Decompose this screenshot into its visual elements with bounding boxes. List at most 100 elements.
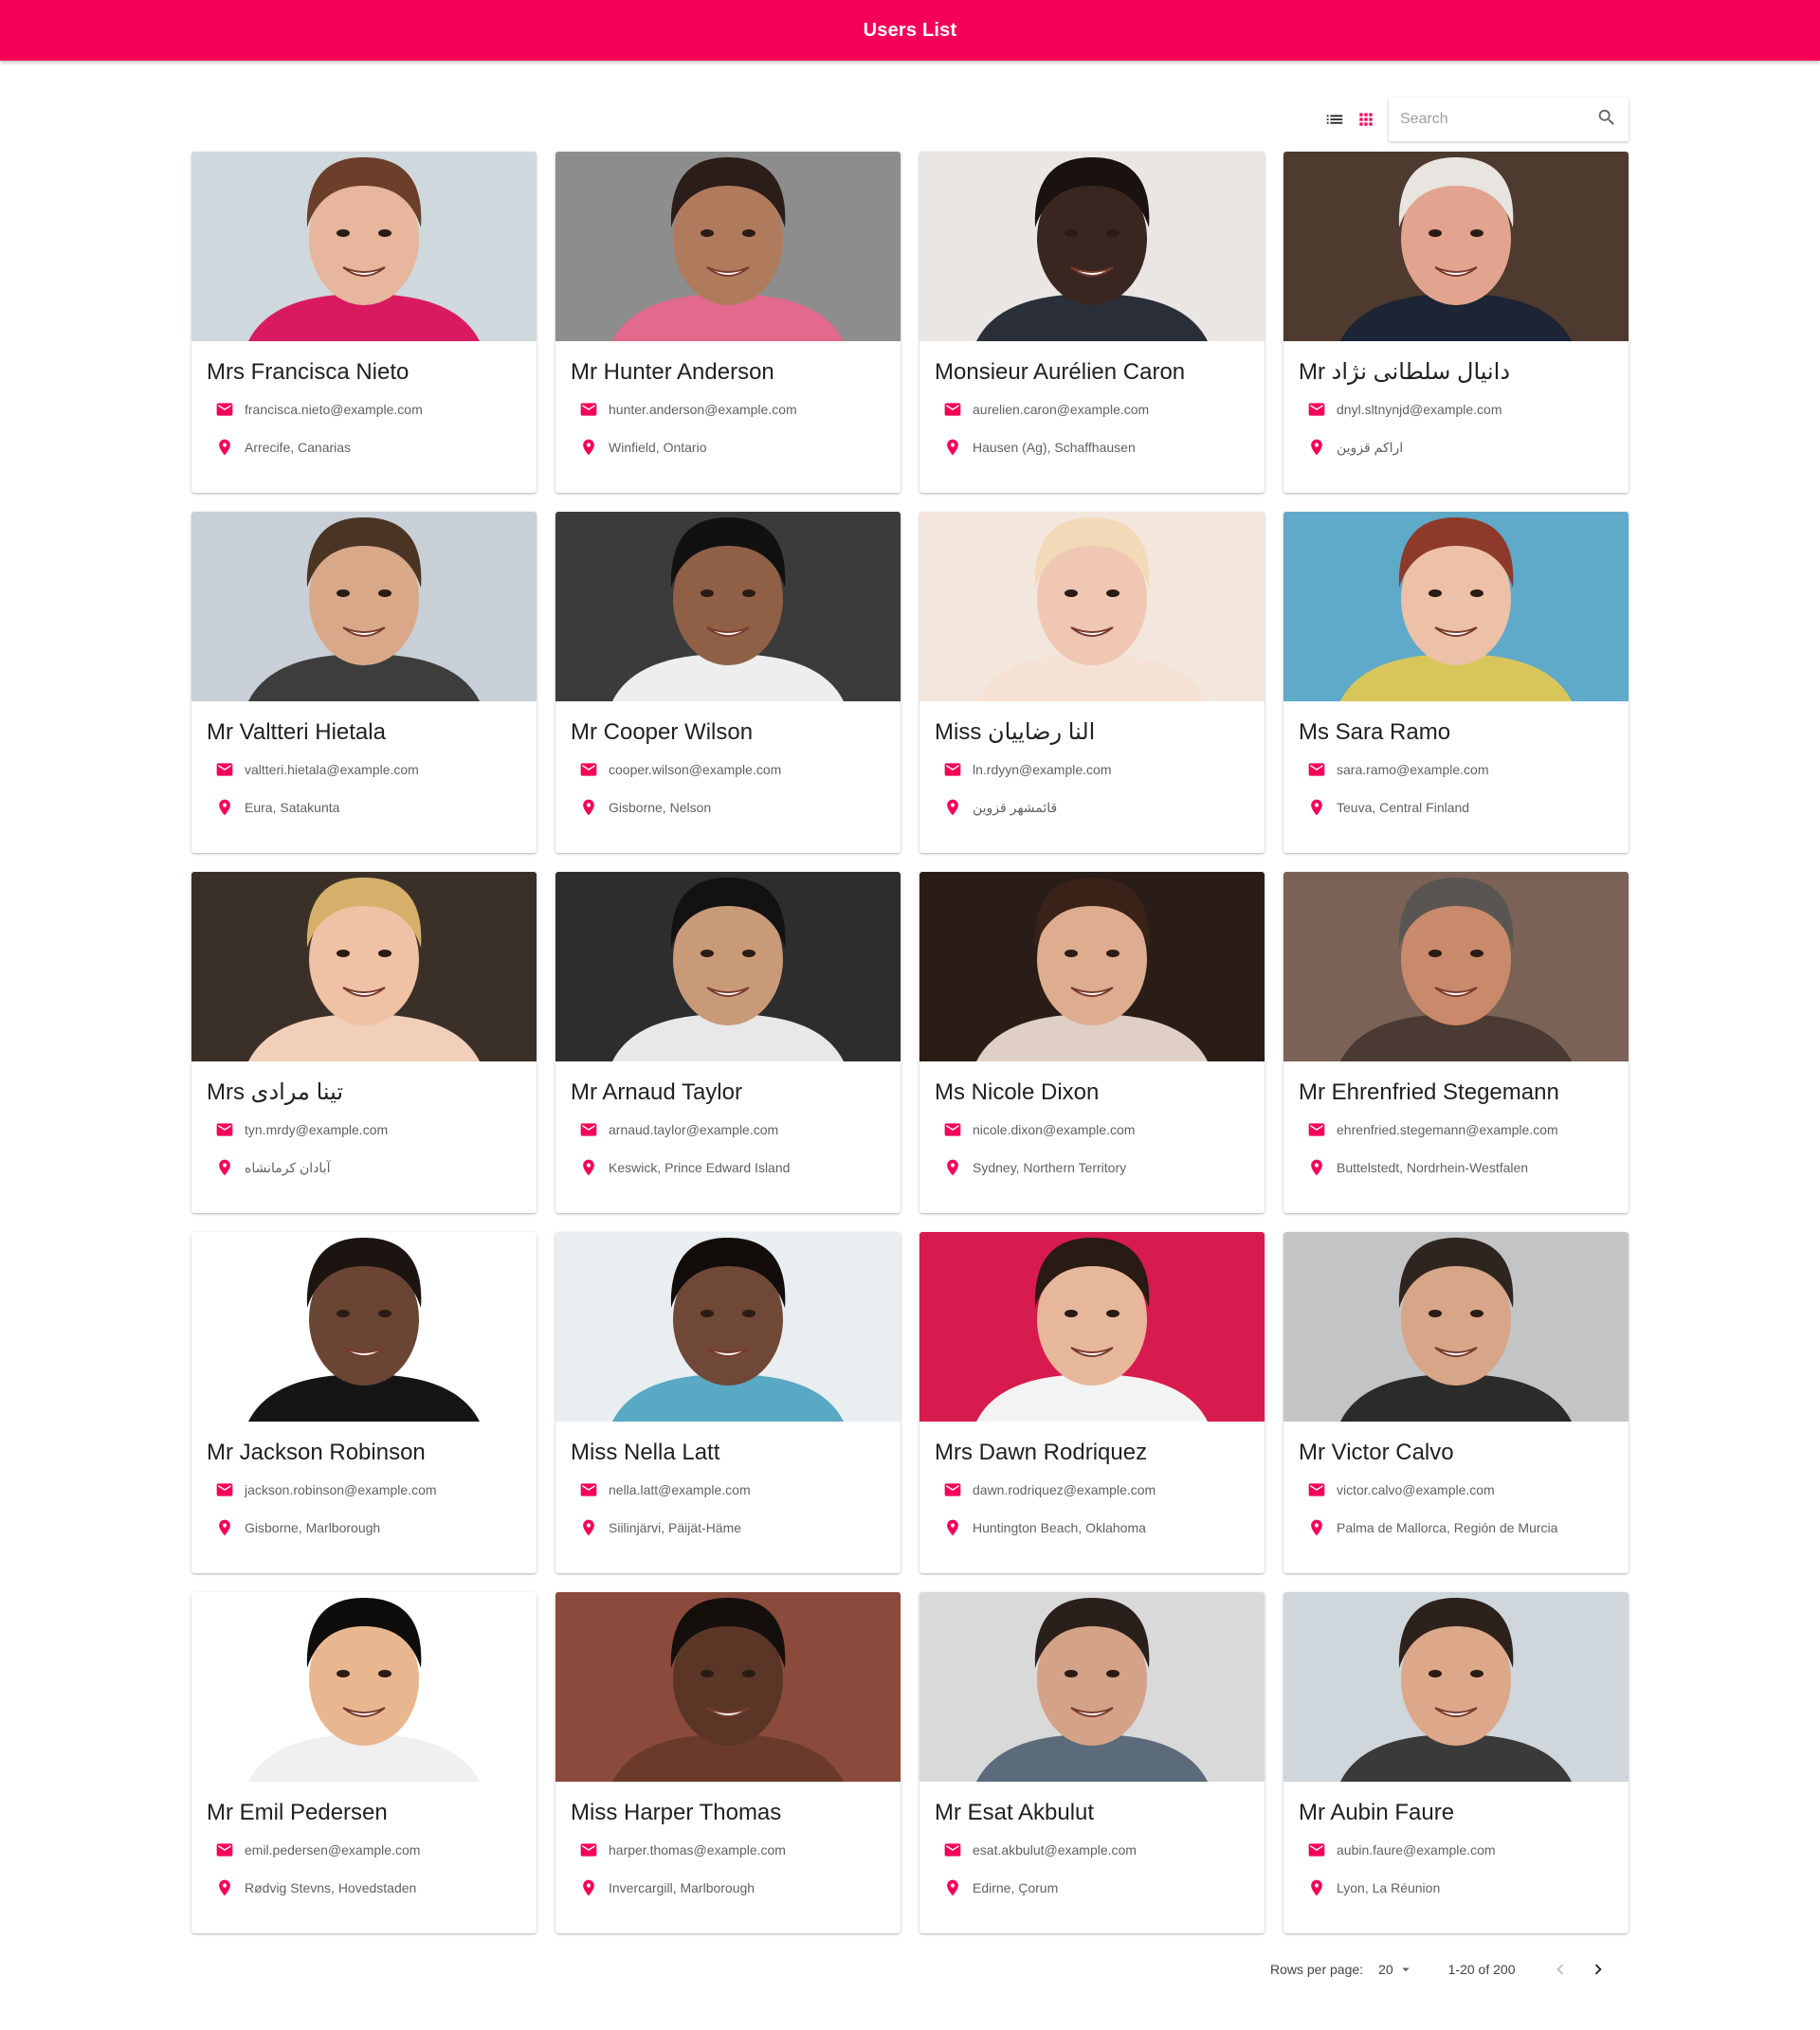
user-photo <box>191 1232 537 1422</box>
user-email[interactable]: victor.calvo@example.com <box>1337 1482 1495 1497</box>
user-card[interactable]: Mr Arnaud Taylor arnaud.taylor@example.c… <box>555 872 901 1213</box>
user-photo <box>1283 1592 1629 1782</box>
chevron-right-icon[interactable] <box>1579 1950 1617 1988</box>
user-card[interactable]: Mr Esat Akbulut esat.akbulut@example.com… <box>919 1592 1265 1933</box>
user-email[interactable]: arnaud.taylor@example.com <box>609 1122 778 1137</box>
user-card[interactable]: Miss Nella Latt nella.latt@example.com S… <box>555 1232 901 1573</box>
grid-view-icon[interactable] <box>1351 103 1382 136</box>
search-icon[interactable] <box>1596 107 1617 133</box>
user-photo <box>919 512 1265 701</box>
user-name: Miss Nella Latt <box>571 1440 720 1465</box>
user-card[interactable]: Mr Hunter Anderson hunter.anderson@examp… <box>555 152 901 493</box>
location-row: Arrecife, Canarias <box>207 438 521 457</box>
user-location: Invercargill, Marlborough <box>609 1880 755 1895</box>
user-name: Monsieur Aurélien Caron <box>935 359 1186 385</box>
user-card[interactable]: Mr Victor Calvo victor.calvo@example.com… <box>1283 1232 1629 1573</box>
email-icon <box>1307 1120 1326 1139</box>
location-pin-icon <box>943 798 962 817</box>
user-email[interactable]: nicole.dixon@example.com <box>973 1122 1135 1137</box>
location-pin-icon <box>1307 1518 1326 1537</box>
user-email[interactable]: esat.akbulut@example.com <box>973 1842 1137 1858</box>
search-input[interactable] <box>1400 111 1596 128</box>
user-card[interactable]: Mr Cooper Wilson cooper.wilson@example.c… <box>555 512 901 853</box>
rows-per-page-select[interactable]: 20 <box>1378 1961 1414 1978</box>
user-email[interactable]: tyn.mrdy@example.com <box>245 1122 388 1137</box>
rows-per-page-value: 20 <box>1378 1962 1393 1977</box>
user-email[interactable]: harper.thomas@example.com <box>609 1842 786 1858</box>
email-row: harper.thomas@example.com <box>571 1840 885 1859</box>
location-pin-icon <box>943 438 962 457</box>
chevron-left-icon[interactable] <box>1541 1950 1579 1988</box>
user-email[interactable]: ln.rdyyn@example.com <box>973 762 1112 777</box>
user-card[interactable]: Mr Aubin Faure aubin.faure@example.com L… <box>1283 1592 1629 1933</box>
user-email[interactable]: dnyl.sltnynjd@example.com <box>1337 402 1502 417</box>
user-email[interactable]: aubin.faure@example.com <box>1337 1842 1496 1858</box>
user-name: Mr Cooper Wilson <box>571 719 754 745</box>
rows-per-page-label: Rows per page: <box>1270 1962 1364 1977</box>
user-photo <box>1283 152 1629 341</box>
user-email[interactable]: jackson.robinson@example.com <box>245 1482 437 1497</box>
user-card[interactable]: Mrs Dawn Rodriquez dawn.rodriquez@exampl… <box>919 1232 1265 1573</box>
user-photo <box>191 512 537 701</box>
location-row: Siilinjärvi, Päijät-Häme <box>571 1518 885 1537</box>
user-card[interactable]: Ms Sara Ramo sara.ramo@example.com Teuva… <box>1283 512 1629 853</box>
user-email[interactable]: nella.latt@example.com <box>609 1482 751 1497</box>
user-card[interactable]: Miss النا رضاییان ln.rdyyn@example.com ق… <box>919 512 1265 853</box>
user-photo <box>1283 1232 1629 1422</box>
user-card[interactable]: Monsieur Aurélien Caron aurelien.caron@e… <box>919 152 1265 493</box>
user-email[interactable]: sara.ramo@example.com <box>1337 762 1489 777</box>
email-row: victor.calvo@example.com <box>1299 1480 1613 1499</box>
user-photo <box>1283 872 1629 1061</box>
email-icon <box>579 1480 598 1499</box>
user-location: Edirne, Çorum <box>973 1880 1059 1895</box>
user-email[interactable]: francisca.nieto@example.com <box>245 402 423 417</box>
email-row: jackson.robinson@example.com <box>207 1480 521 1499</box>
user-email[interactable]: ehrenfried.stegemann@example.com <box>1337 1122 1558 1137</box>
user-card[interactable]: Mrs Francisca Nieto francisca.nieto@exam… <box>191 152 537 493</box>
user-card[interactable]: Mr Jackson Robinson jackson.robinson@exa… <box>191 1232 537 1573</box>
pagination: Rows per page: 20 1-20 of 200 <box>1270 1950 1630 1988</box>
user-photo <box>555 872 901 1061</box>
user-location: Keswick, Prince Edward Island <box>609 1160 791 1175</box>
user-card[interactable]: Mr Ehrenfried Stegemann ehrenfried.stege… <box>1283 872 1629 1213</box>
location-row: Huntington Beach, Oklahoma <box>935 1518 1249 1537</box>
user-card[interactable]: Mrs تینا مرادی tyn.mrdy@example.com آباد… <box>191 872 537 1213</box>
email-row: ln.rdyyn@example.com <box>935 760 1249 779</box>
user-card[interactable]: Miss Harper Thomas harper.thomas@example… <box>555 1592 901 1933</box>
user-email[interactable]: cooper.wilson@example.com <box>609 762 781 777</box>
user-email[interactable]: emil.pedersen@example.com <box>245 1842 420 1858</box>
user-name: Mr دانیال سلطانی نژاد <box>1299 359 1511 385</box>
user-card-grid: Mrs Francisca Nieto francisca.nieto@exam… <box>191 152 1629 1933</box>
user-location: Siilinjärvi, Päijät-Häme <box>609 1520 742 1535</box>
email-row: francisca.nieto@example.com <box>207 400 521 419</box>
search-box <box>1389 98 1629 141</box>
user-card[interactable]: Mr Emil Pedersen emil.pedersen@example.c… <box>191 1592 537 1933</box>
user-card[interactable]: Ms Nicole Dixon nicole.dixon@example.com… <box>919 872 1265 1213</box>
email-icon <box>943 1480 962 1499</box>
user-email[interactable]: hunter.anderson@example.com <box>609 402 797 417</box>
location-row: Keswick, Prince Edward Island <box>571 1158 885 1177</box>
user-location: Hausen (Ag), Schaffhausen <box>973 440 1136 455</box>
location-row: Hausen (Ag), Schaffhausen <box>935 438 1249 457</box>
location-pin-icon <box>215 1518 234 1537</box>
email-icon <box>1307 1480 1326 1499</box>
user-card[interactable]: Mr Valtteri Hietala valtteri.hietala@exa… <box>191 512 537 853</box>
user-email[interactable]: dawn.rodriquez@example.com <box>973 1482 1156 1497</box>
location-pin-icon <box>1307 1878 1326 1897</box>
user-name: Ms Sara Ramo <box>1299 719 1451 745</box>
email-icon <box>215 1120 234 1139</box>
email-icon <box>943 760 962 779</box>
user-email[interactable]: aurelien.caron@example.com <box>973 402 1149 417</box>
dropdown-arrow-icon <box>1401 1967 1410 1972</box>
user-location: Buttelstedt, Nordrhein-Westfalen <box>1337 1160 1529 1175</box>
location-pin-icon <box>579 1158 598 1177</box>
list-view-icon[interactable] <box>1320 103 1351 136</box>
email-row: arnaud.taylor@example.com <box>571 1120 885 1139</box>
user-photo <box>555 1232 901 1422</box>
user-name: Mr Arnaud Taylor <box>571 1079 742 1105</box>
user-photo <box>1283 512 1629 701</box>
user-email[interactable]: valtteri.hietala@example.com <box>245 762 419 777</box>
user-card[interactable]: Mr دانیال سلطانی نژاد dnyl.sltnynjd@exam… <box>1283 152 1629 493</box>
user-name: Mrs تینا مرادی <box>207 1079 344 1105</box>
page-title: Users List <box>863 19 957 41</box>
